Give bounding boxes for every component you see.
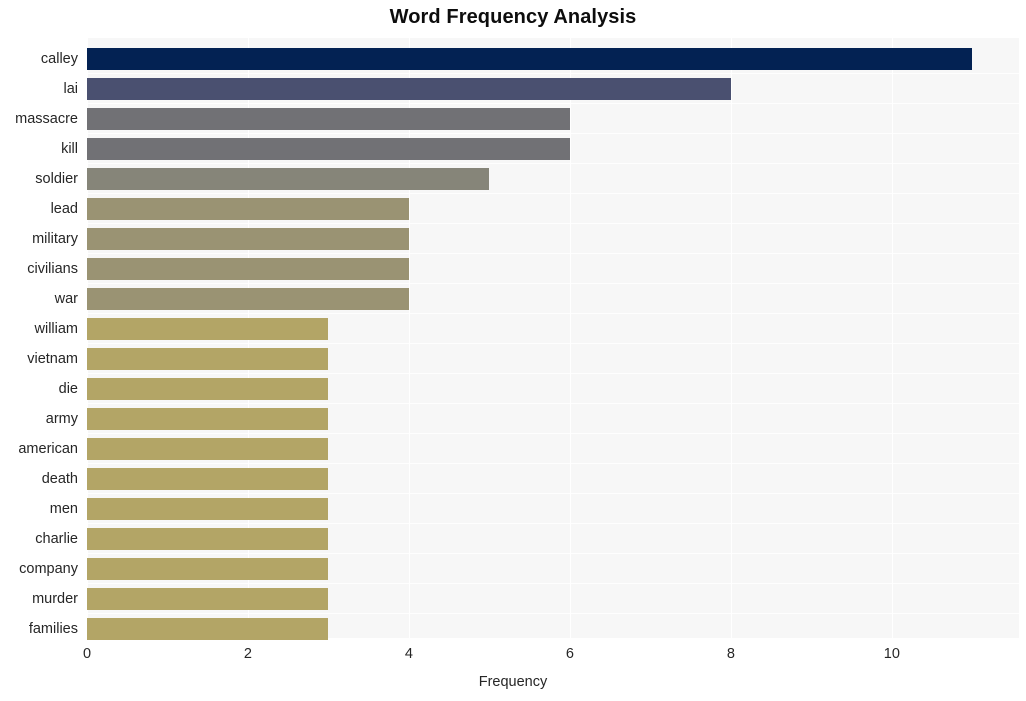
bar-death[interactable] <box>87 468 329 490</box>
y-tick-label-death: death <box>41 471 78 487</box>
bar-kill[interactable] <box>87 138 570 160</box>
bar-families[interactable] <box>87 618 329 640</box>
y-tick-label-die: die <box>58 381 78 397</box>
row-separator <box>87 553 1019 554</box>
bar-military[interactable] <box>87 228 409 250</box>
gridline-x-10 <box>891 38 893 638</box>
x-axis-label: Frequency <box>478 674 548 690</box>
y-tick-label-military: military <box>32 231 78 247</box>
row-separator <box>87 253 1019 254</box>
x-tick-label-0: 0 <box>82 646 92 662</box>
row-separator <box>87 463 1019 464</box>
row-separator <box>87 223 1019 224</box>
x-tick-label-8: 8 <box>726 646 735 662</box>
row-separator <box>87 643 1019 644</box>
y-tick-label-american: american <box>18 441 78 457</box>
bar-massacre[interactable] <box>87 108 570 130</box>
row-separator <box>87 193 1019 194</box>
y-tick-label-charlie: charlie <box>35 531 78 547</box>
gridline-x-8 <box>730 38 732 638</box>
row-separator <box>87 613 1019 614</box>
bar-calley[interactable] <box>87 48 973 70</box>
y-tick-label-massacre: massacre <box>15 111 78 127</box>
y-tick-label-calley: calley <box>40 51 78 67</box>
y-tick-label-families: families <box>28 621 78 637</box>
plot-area <box>87 38 1019 644</box>
y-tick-label-vietnam: vietnam <box>27 351 78 367</box>
row-separator <box>87 583 1019 584</box>
bar-soldier[interactable] <box>87 168 490 190</box>
bar-civilians[interactable] <box>87 258 409 280</box>
bar-murder[interactable] <box>87 588 329 610</box>
y-tick-label-lead: lead <box>50 201 78 217</box>
row-separator <box>87 103 1019 104</box>
row-separator <box>87 343 1019 344</box>
y-tick-label-war: war <box>54 291 78 307</box>
bar-charlie[interactable] <box>87 528 329 550</box>
y-tick-label-kill: kill <box>61 141 78 157</box>
bar-men[interactable] <box>87 498 329 520</box>
row-separator <box>87 283 1019 284</box>
y-tick-label-murder: murder <box>32 591 78 607</box>
row-separator <box>87 403 1019 404</box>
row-separator <box>87 523 1019 524</box>
gridline-x-6 <box>569 38 571 638</box>
row-separator <box>87 133 1019 134</box>
bar-william[interactable] <box>87 318 329 340</box>
x-tick-label-6: 6 <box>565 646 574 662</box>
row-separator <box>87 313 1019 314</box>
y-tick-label-company: company <box>19 561 78 577</box>
x-tick-label-10: 10 <box>883 646 900 662</box>
y-tick-label-soldier: soldier <box>35 171 78 187</box>
bar-die[interactable] <box>87 378 329 400</box>
word-frequency-bar-chart: Word Frequency Analysis calley lai massacr… <box>0 0 1026 701</box>
x-tick-label-2: 2 <box>243 646 252 662</box>
row-separator <box>87 163 1019 164</box>
row-separator <box>87 373 1019 374</box>
row-separator <box>87 433 1019 434</box>
bar-army[interactable] <box>87 408 329 430</box>
bar-vietnam[interactable] <box>87 348 329 370</box>
row-separator <box>87 493 1019 494</box>
row-separator <box>87 73 1019 74</box>
bar-american[interactable] <box>87 438 329 460</box>
y-tick-label-civilians: civilians <box>27 261 78 277</box>
bar-war[interactable] <box>87 288 409 310</box>
y-tick-label-william: william <box>34 321 79 337</box>
bar-lai[interactable] <box>87 78 731 100</box>
x-tick-label-4: 4 <box>404 646 413 662</box>
y-tick-label-army: army <box>45 411 78 427</box>
bar-company[interactable] <box>87 558 329 580</box>
y-tick-label-lai: lai <box>63 81 78 97</box>
bar-lead[interactable] <box>87 198 409 220</box>
y-tick-label-men: men <box>49 501 78 517</box>
chart-title: Word Frequency Analysis <box>389 6 637 28</box>
